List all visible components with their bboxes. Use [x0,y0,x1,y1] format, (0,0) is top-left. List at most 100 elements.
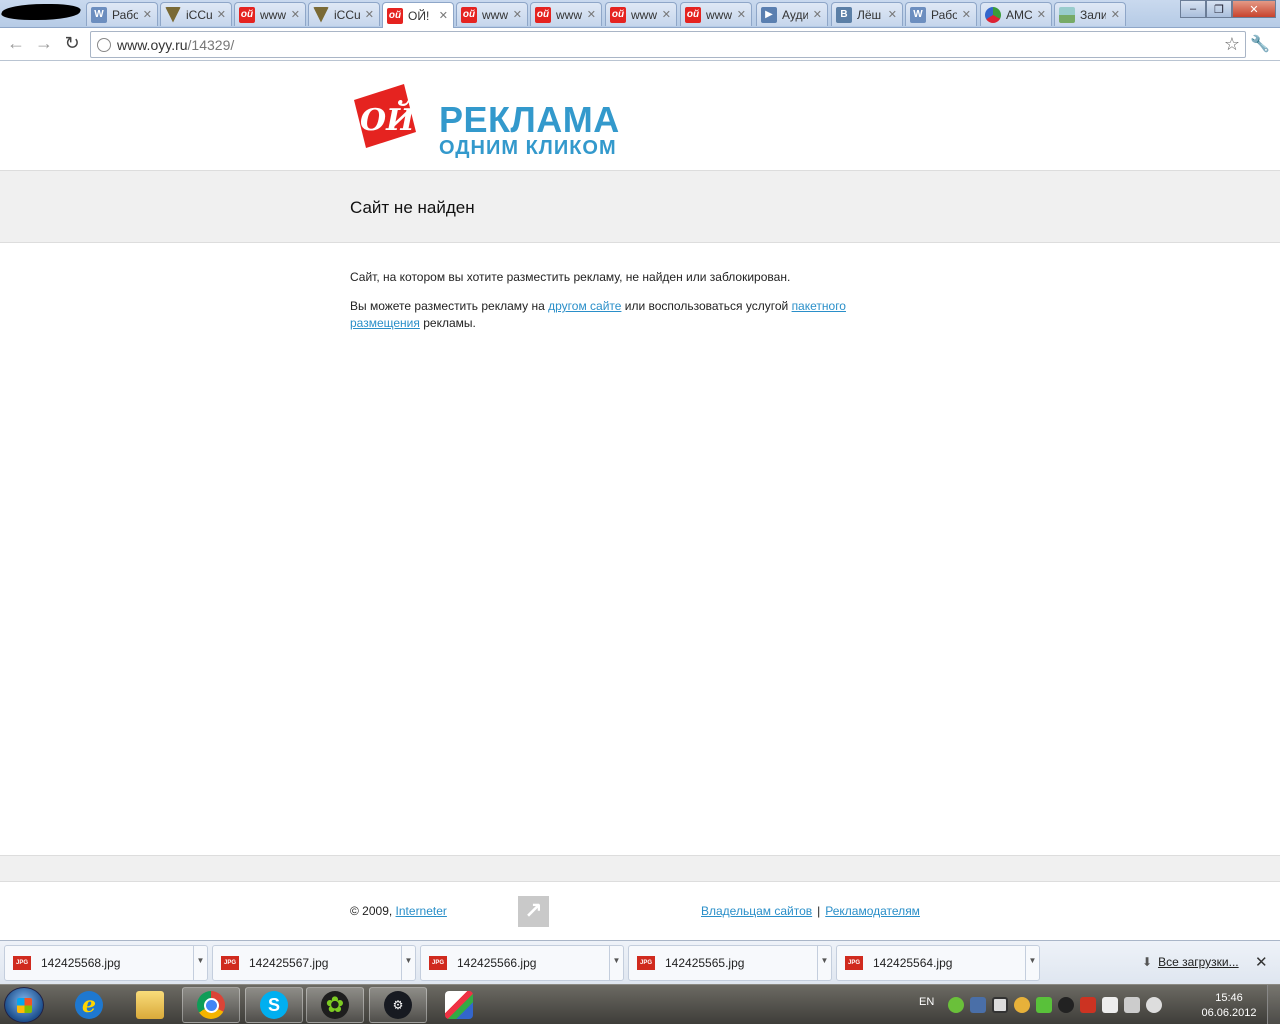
all-downloads-label: Все загрузки... [1158,955,1239,969]
close-icon[interactable]: ✕ [808,8,827,21]
chrome-icon [197,991,225,1019]
shield-icon[interactable] [1036,997,1052,1013]
close-icon[interactable]: ✕ [434,9,453,22]
taskbar-icq[interactable]: ✿ [306,987,364,1023]
app-tray-icon[interactable] [992,997,1008,1013]
download-item[interactable]: JPG 142425567.jpg ▼ [212,945,416,981]
tab-label: www [556,7,582,22]
url-text[interactable]: www.oyy.ru/14329/ [117,37,234,53]
volume-icon[interactable] [1146,997,1162,1013]
icq-tray-icon[interactable] [948,997,964,1013]
wrench-icon[interactable]: 🔧 [1250,34,1270,54]
text-segment: или воспользоваться услугой [621,299,792,313]
download-item[interactable]: JPG 142425564.jpg ▼ [836,945,1040,981]
close-icon[interactable]: ✕ [732,8,751,21]
show-desktop-button[interactable] [1267,985,1280,1024]
tab-3[interactable]: ой www ✕ [234,2,306,26]
download-item[interactable]: JPG 142425566.jpg ▼ [420,945,624,981]
tab-13[interactable]: AMC ✕ [980,2,1052,26]
globe-icon [97,38,111,52]
site-logo[interactable]: ОЙ РЕКЛАМА ОДНИМ КЛИКОМ [350,80,630,158]
close-icon[interactable]: ✕ [508,8,527,21]
tab-4[interactable]: iCCu ✕ [308,2,380,26]
browser-toolbar: ← → ↻ www.oyy.ru/14329/ ☆ 🔧 [0,28,1280,61]
url-path: /14329/ [187,37,235,53]
close-icon[interactable]: ✕ [883,8,902,21]
download-item[interactable]: JPG 142425565.jpg ▼ [628,945,832,981]
back-button[interactable]: ← [6,34,26,54]
skype-icon: S [260,991,288,1019]
page-title: Сайт не найден [350,198,475,217]
tab-12[interactable]: W Рабо ✕ [905,2,977,26]
clock-time: 15:46 [1215,992,1243,1004]
chevron-down-icon[interactable]: ▼ [609,946,623,980]
close-icon[interactable]: ✕ [212,8,231,21]
minimize-button[interactable]: ‒ [1180,0,1206,18]
tab-strip: W Рабо ✕ iCCu ✕ ой www ✕ iCCu ✕ ой ОЙ! ✕… [0,0,1280,28]
network-tray-icon[interactable] [970,997,986,1013]
audio-icon: ▶ [761,6,777,23]
logo-subtitle: ОДНИМ КЛИКОМ [439,137,617,159]
start-button[interactable] [4,987,44,1023]
close-shelf-icon[interactable]: ✕ [1255,953,1268,971]
close-icon[interactable]: ✕ [582,8,601,21]
antivirus-tray-icon[interactable] [1080,997,1096,1013]
tab-9[interactable]: ой www ✕ [680,2,752,26]
interneter-arrow-icon[interactable]: ↗ [518,896,549,927]
agent-tray-icon[interactable] [1014,997,1030,1013]
message-body: Сайт, на котором вы хотите разместить ре… [350,269,870,344]
jpg-file-icon: JPG [429,956,447,970]
tab-11[interactable]: В Лёш ✕ [831,2,903,26]
tab-5-active[interactable]: ой ОЙ! ✕ [382,2,454,28]
tab-14[interactable]: Зали ✕ [1054,2,1126,26]
interneter-link[interactable]: Interneter [396,904,447,918]
redacted-mark [0,4,83,20]
chevron-down-icon[interactable]: ▼ [401,946,415,980]
heading-band: Сайт не найден [0,170,1280,243]
close-icon[interactable]: ✕ [957,8,976,21]
site-owners-link[interactable]: Владельцам сайтов [701,904,812,918]
close-window-button[interactable]: ✕ [1232,0,1276,18]
tab-8[interactable]: ой www ✕ [605,2,677,26]
logo-title: РЕКЛАМА [439,99,620,140]
tab-2[interactable]: iCCu ✕ [160,2,232,26]
close-icon[interactable]: ✕ [1032,8,1051,21]
tab-7[interactable]: ой www ✕ [530,2,602,26]
tab-10[interactable]: ▶ Ауди ✕ [756,2,828,26]
maximize-button[interactable]: ❐ [1206,0,1232,18]
close-icon[interactable]: ✕ [657,8,676,21]
steam-tray-icon[interactable] [1058,997,1074,1013]
chevron-down-icon[interactable]: ▼ [817,946,831,980]
chevron-down-icon[interactable]: ▼ [193,946,207,980]
all-downloads-link[interactable]: ⬇ Все загрузки... [1142,955,1239,969]
jpg-file-icon: JPG [221,956,239,970]
internet-explorer-icon: e [75,991,103,1019]
language-indicator[interactable]: EN [919,996,934,1008]
close-icon[interactable]: ✕ [360,8,379,21]
taskbar-internet-explorer[interactable]: e [60,987,118,1023]
other-site-link[interactable]: другом сайте [548,299,621,313]
advertisers-link[interactable]: Рекламодателям [825,904,920,918]
taskbar-chrome[interactable] [182,987,240,1023]
star-icon[interactable]: ☆ [1224,34,1240,55]
download-item[interactable]: JPG 142425568.jpg ▼ [4,945,208,981]
taskbar-paint[interactable] [430,987,488,1023]
close-icon[interactable]: ✕ [138,8,157,21]
chevron-down-icon[interactable]: ▼ [1025,946,1039,980]
clock[interactable]: 15:46 06.06.2012 [1198,991,1260,1021]
taskbar-skype[interactable]: S [245,987,303,1023]
tab-1[interactable]: W Рабо ✕ [86,2,158,26]
reload-button[interactable]: ↻ [62,34,82,54]
forward-button[interactable]: → [34,34,54,54]
close-icon[interactable]: ✕ [1106,8,1125,21]
windows-taskbar: e S ✿ ⚙ EN 15:46 06.06.2012 [0,984,1280,1024]
download-filename: 142425565.jpg [665,956,745,970]
flag-icon[interactable] [1102,997,1118,1013]
address-bar[interactable]: www.oyy.ru/14329/ ☆ [90,31,1246,58]
tab-label: Ауди [782,7,808,22]
taskbar-steam[interactable]: ⚙ [369,987,427,1023]
tab-6[interactable]: ой www ✕ [456,2,528,26]
close-icon[interactable]: ✕ [286,8,305,21]
taskbar-explorer[interactable] [121,987,179,1023]
network-icon[interactable] [1124,997,1140,1013]
